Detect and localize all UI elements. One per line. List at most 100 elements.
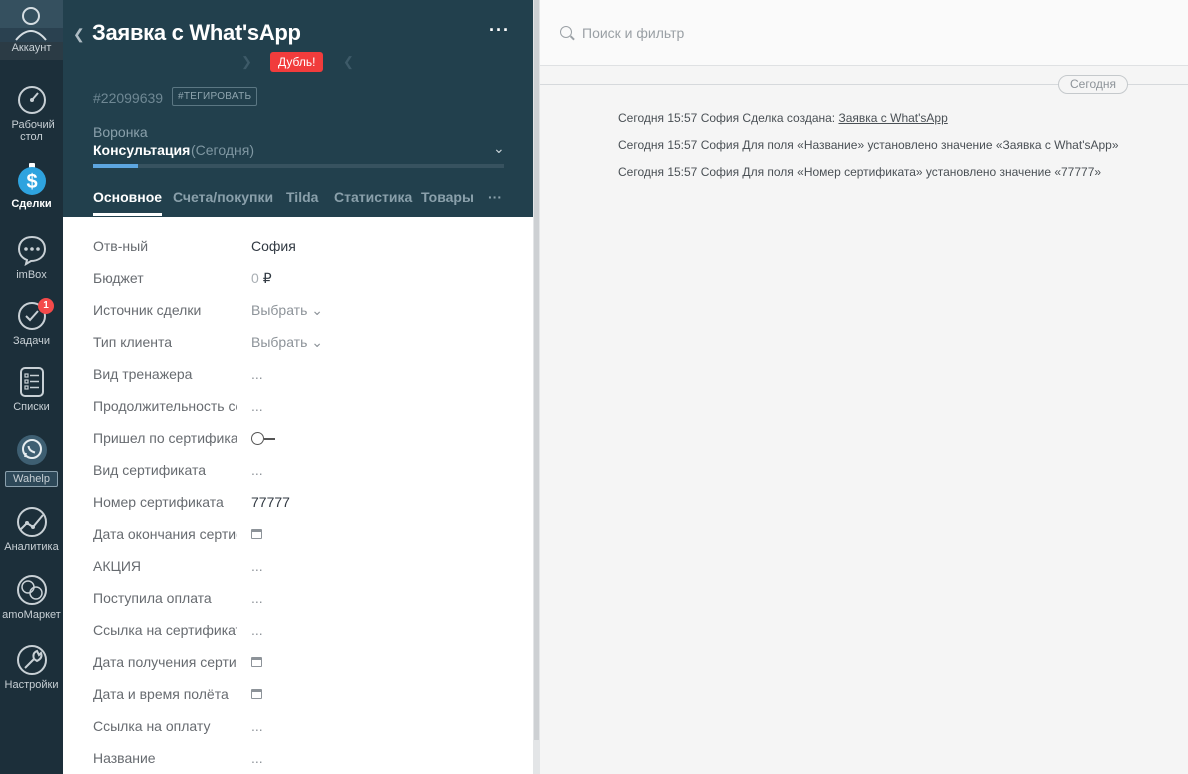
- lead-title[interactable]: Заявка с What'sApp: [92, 20, 301, 46]
- field-flight-datetime[interactable]: Дата и время полёта: [63, 678, 533, 710]
- field-value[interactable]: ...: [251, 750, 263, 766]
- event-text: Сегодня 15:57 София Сделка создана:: [618, 111, 839, 125]
- field-value[interactable]: ...: [251, 590, 263, 606]
- left-nav: Аккаунт Рабочий стол $ Сделки imBox 1 За…: [0, 0, 63, 774]
- field-value[interactable]: ...: [251, 558, 263, 574]
- field-label: Продолжительность сеанса: [93, 398, 237, 414]
- back-icon[interactable]: ❮: [73, 26, 85, 43]
- event-text: Сегодня 15:57 София Для поля «Название» …: [618, 138, 1119, 152]
- field-value[interactable]: ...: [251, 462, 263, 478]
- currency-sign: ₽: [262, 270, 272, 286]
- search-input[interactable]: [582, 22, 1162, 44]
- card-scrollbar[interactable]: [533, 0, 540, 774]
- stage-select[interactable]: Консультация: [93, 142, 190, 158]
- nav-item-wahelp[interactable]: Wahelp: [0, 434, 63, 487]
- field-value[interactable]: София: [251, 238, 296, 254]
- nav-label-amomarket: amoМаркет: [2, 609, 61, 621]
- field-deal-source[interactable]: Источник сделки Выбрать ⌄: [63, 294, 533, 326]
- field-came-by-certificate[interactable]: Пришел по сертификату: [63, 422, 533, 454]
- deals-icon: $: [17, 163, 46, 195]
- lists-icon: [19, 367, 44, 397]
- field-certificate-link[interactable]: Ссылка на сертификат ...: [63, 614, 533, 646]
- stage-progress-fill: [93, 164, 139, 168]
- market-icon: [16, 575, 47, 605]
- field-label: Номер сертификата: [93, 494, 224, 510]
- nav-item-tasks[interactable]: 1 Задачи: [0, 298, 63, 347]
- nav-item-deals[interactable]: $ Сделки: [0, 163, 63, 210]
- nav-item-analytics[interactable]: Аналитика: [0, 506, 63, 553]
- more-menu-icon[interactable]: ···: [489, 20, 510, 41]
- lead-card: ❮ Заявка с What'sApp ··· ❯ Дубль! ❮ #220…: [63, 0, 533, 774]
- date-picker[interactable]: [251, 526, 262, 542]
- nav-item-amomarket[interactable]: amoМаркет: [0, 574, 63, 621]
- tab-main[interactable]: Основное: [93, 189, 163, 216]
- nav-label-tasks: Задачи: [13, 335, 50, 347]
- event-text: Сегодня 15:57 София Для поля «Номер серт…: [618, 165, 1102, 179]
- nav-label-lists: Списки: [13, 401, 50, 413]
- nav-item-lists[interactable]: Списки: [0, 366, 63, 413]
- deal-source-select[interactable]: Выбрать ⌄: [251, 302, 323, 319]
- budget-input[interactable]: 0 ₽: [251, 270, 272, 287]
- chevron-left-icon: ❮: [343, 54, 354, 69]
- wrench-icon: [16, 645, 47, 675]
- field-budget[interactable]: Бюджет 0 ₽: [63, 262, 533, 294]
- nav-label-settings: Настройки: [4, 679, 59, 691]
- stage-date: (Сегодня): [191, 142, 254, 158]
- chevron-down-icon[interactable]: ⌄: [493, 140, 505, 157]
- field-certificate-received-date[interactable]: Дата получения сертификата: [63, 646, 533, 678]
- tab-invoices[interactable]: Счета/покупки: [173, 189, 273, 205]
- field-promo[interactable]: АКЦИЯ ...: [63, 550, 533, 582]
- event-link[interactable]: Заявка с What'sApp: [838, 111, 947, 125]
- duplicate-badge[interactable]: Дубль!: [270, 52, 324, 72]
- field-label: Вид сертификата: [93, 462, 207, 478]
- field-certificate-expiry[interactable]: Дата окончания сертификата: [63, 518, 533, 550]
- feed-event: Сегодня 15:57 София Для поля «Номер серт…: [618, 165, 1101, 179]
- date-picker[interactable]: [251, 654, 262, 670]
- nav-label-analytics: Аналитика: [4, 541, 59, 553]
- field-certificate-number[interactable]: Номер сертификата 77777: [63, 486, 533, 518]
- lead-id: #22099639: [93, 90, 164, 106]
- search-icon: [560, 26, 572, 38]
- stage-progress-bar: [93, 164, 504, 168]
- field-label: Дата и время полёта: [93, 686, 229, 702]
- tab-statistics[interactable]: Статистика: [334, 189, 412, 205]
- tag-button[interactable]: #ТЕГИРОВАТЬ: [172, 87, 258, 106]
- nav-account[interactable]: Аккаунт: [0, 0, 63, 60]
- certificate-toggle[interactable]: [251, 430, 275, 449]
- field-value[interactable]: ...: [251, 718, 263, 734]
- tab-products[interactable]: Товары: [421, 189, 474, 205]
- field-client-type[interactable]: Тип клиента Выбрать ⌄: [63, 326, 533, 358]
- field-value[interactable]: ...: [251, 622, 263, 638]
- field-duration[interactable]: Продолжительность сеанса ...: [63, 390, 533, 422]
- nav-label-dashboard: Рабочий стол: [11, 119, 55, 143]
- day-label: Сегодня: [1058, 75, 1128, 94]
- field-payment-received[interactable]: Поступила оплата ...: [63, 582, 533, 614]
- field-label: Ссылка на оплату: [93, 718, 211, 734]
- field-label: Бюджет: [93, 270, 144, 286]
- nav-item-imbox[interactable]: imBox: [0, 234, 63, 281]
- field-label: Тип клиента: [93, 334, 173, 350]
- field-value[interactable]: 77777: [251, 494, 290, 510]
- nav-account-label: Аккаунт: [11, 42, 52, 54]
- client-type-select[interactable]: Выбрать ⌄: [251, 334, 323, 351]
- chevron-down-icon: ⌄: [311, 334, 324, 350]
- scrollbar-thumb[interactable]: [534, 0, 539, 740]
- nav-item-settings[interactable]: Настройки: [0, 644, 63, 691]
- field-certificate-type[interactable]: Вид сертификата ...: [63, 454, 533, 486]
- tabs-more-icon[interactable]: ···: [488, 189, 502, 205]
- field-value[interactable]: ...: [251, 366, 263, 382]
- svg-text:$: $: [26, 171, 37, 193]
- field-simulator-type[interactable]: Вид тренажера ...: [63, 358, 533, 390]
- date-picker[interactable]: [251, 686, 262, 702]
- analytics-icon: [16, 507, 47, 537]
- field-label: АКЦИЯ: [93, 558, 142, 574]
- calendar-icon: [251, 689, 262, 699]
- field-responsible[interactable]: Отв-ный София: [63, 230, 533, 262]
- whatsapp-icon: [16, 435, 47, 465]
- nav-item-dashboard[interactable]: Рабочий стол: [0, 84, 63, 143]
- field-payment-link[interactable]: Ссылка на оплату ...: [63, 710, 533, 742]
- tab-tilda[interactable]: Tilda: [286, 189, 318, 205]
- field-value[interactable]: ...: [251, 398, 263, 414]
- field-label: Отв-ный: [93, 238, 149, 254]
- field-name[interactable]: Название ...: [63, 742, 533, 774]
